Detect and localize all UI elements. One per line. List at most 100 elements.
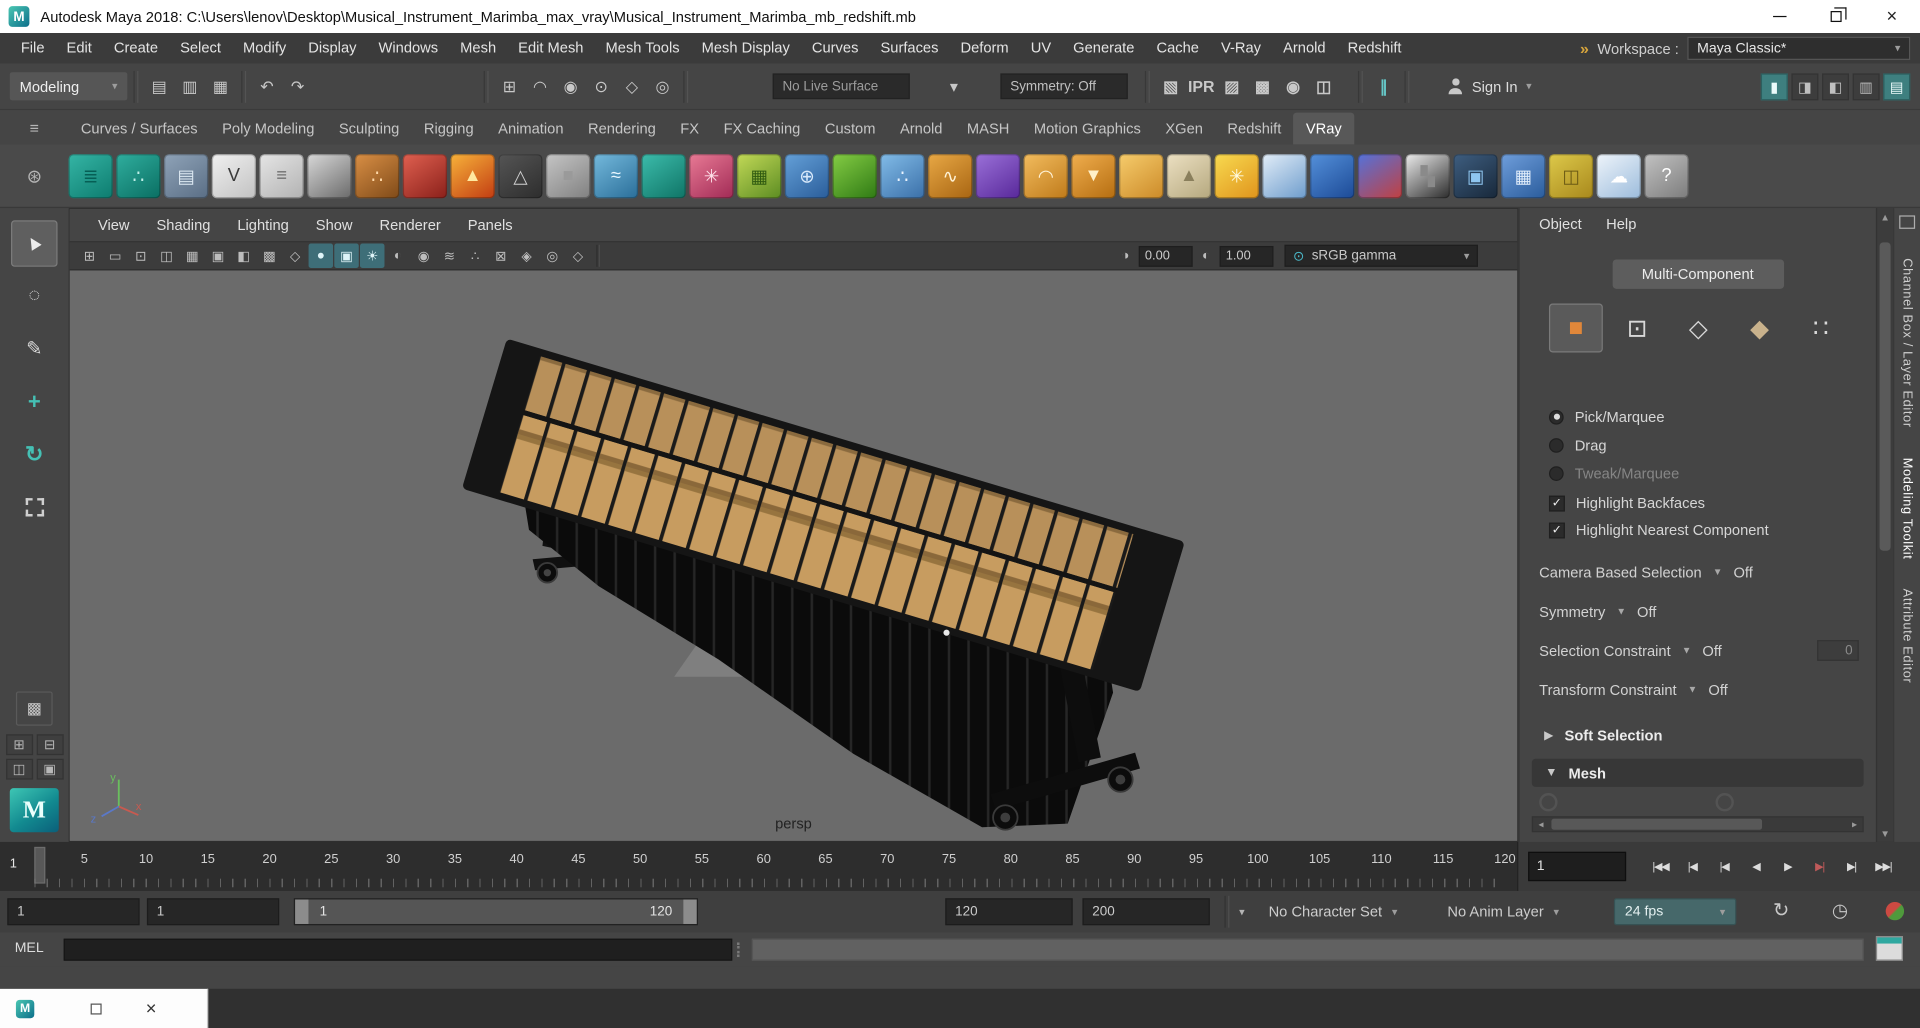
- droplet-icon[interactable]: [641, 153, 686, 198]
- exposure-field[interactable]: [1138, 245, 1193, 267]
- menu-item[interactable]: Mesh Tools: [595, 33, 691, 64]
- save-scene-icon[interactable]: ▦: [206, 72, 235, 101]
- menu-item[interactable]: Redshift: [1337, 33, 1413, 64]
- menu-item[interactable]: Modify: [232, 33, 297, 64]
- vray-proxy-icon[interactable]: ▤: [164, 153, 209, 198]
- shelf-tab[interactable]: Motion Graphics: [1022, 113, 1153, 145]
- gear-icon[interactable]: ⊛: [0, 165, 69, 187]
- panel-menu-item[interactable]: View: [84, 217, 143, 234]
- shelf-tab[interactable]: XGen: [1153, 113, 1215, 145]
- liquid-plane-icon[interactable]: ≈: [593, 153, 638, 198]
- menu-item[interactable]: Mesh Display: [691, 33, 801, 64]
- menu-item[interactable]: Edit Mesh: [507, 33, 594, 64]
- panel-menu-item[interactable]: Lighting: [224, 217, 302, 234]
- pyramid-wire-icon[interactable]: △: [498, 153, 543, 198]
- grid-toggle-icon[interactable]: ⊞: [77, 244, 101, 268]
- four-pane-layout-icon[interactable]: ⊟: [36, 734, 64, 756]
- step-back-frame-button[interactable]: |◀: [1678, 852, 1707, 881]
- dome-light-icon[interactable]: ◠: [1023, 153, 1068, 198]
- uv-mode-icon[interactable]: ∷: [1794, 304, 1848, 353]
- anim-layer-dropdown[interactable]: No Anim Layer ▾: [1447, 891, 1559, 933]
- chevron-down-icon[interactable]: ▾: [1239, 906, 1245, 919]
- wireframe-on-shaded-icon[interactable]: ◈: [514, 244, 538, 268]
- fps-dropdown[interactable]: 24 fps ▾: [1613, 898, 1737, 926]
- rotate-tool[interactable]: ↻: [11, 431, 58, 478]
- range-slider[interactable]: 1 120: [293, 898, 698, 926]
- bake-icon[interactable]: ◫: [1548, 153, 1594, 198]
- sky-icon[interactable]: [1262, 153, 1307, 198]
- sign-in-control[interactable]: Sign In ▾: [1447, 78, 1532, 95]
- render-view-icon[interactable]: ▣: [1453, 153, 1498, 198]
- exposure-icon[interactable]: ◑: [1113, 244, 1137, 268]
- render-frame-icon[interactable]: ▧: [1156, 72, 1185, 101]
- symmetry-row[interactable]: Symmetry ▼ Off: [1539, 600, 1859, 623]
- soft-selection-section[interactable]: ▶ Soft Selection: [1544, 727, 1662, 744]
- ambient-occlusion-icon[interactable]: ◉: [411, 244, 435, 268]
- lasso-tool[interactable]: ◌: [11, 273, 58, 320]
- live-surface-field[interactable]: No Live Surface: [772, 73, 910, 100]
- animation-end-field[interactable]: [1082, 898, 1210, 926]
- auto-key-icon[interactable]: [1885, 901, 1905, 921]
- playback-end-field[interactable]: [945, 898, 1073, 926]
- tool-mode-dropdown[interactable]: Modeling ▾: [9, 72, 128, 101]
- contrast-field[interactable]: [1219, 245, 1274, 267]
- outliner-toggle-icon[interactable]: ▤: [1883, 72, 1911, 100]
- cloud-icon[interactable]: ☁: [1596, 153, 1641, 198]
- menu-item[interactable]: UV: [1020, 33, 1062, 64]
- panel-menu-item[interactable]: Renderer: [366, 217, 454, 234]
- timeline-ruler[interactable]: 1 5 10 15 20 25 30 35 40 45 50 55 60 65 70 75 80 85 90 95 1…: [0, 841, 1519, 891]
- attribute-editor-toggle-icon[interactable]: ◨: [1791, 72, 1819, 100]
- shelf-tab[interactable]: Sculpting: [327, 113, 412, 145]
- shelf-tab[interactable]: Rigging: [412, 113, 486, 145]
- render-settings-icon[interactable]: ▩: [1248, 72, 1277, 101]
- sphere-light-icon[interactable]: [1119, 153, 1164, 198]
- colorspace-dropdown[interactable]: ⊙ sRGB gamma ▾: [1284, 244, 1478, 267]
- default-material-icon[interactable]: ◎: [540, 244, 564, 268]
- playback-start-field[interactable]: [146, 898, 280, 926]
- menu-item[interactable]: Create: [103, 33, 169, 64]
- sun-light-icon[interactable]: ✳: [1214, 153, 1259, 198]
- particles-icon[interactable]: ∴: [880, 153, 925, 198]
- sphere-gray-icon[interactable]: [307, 153, 352, 198]
- vertex-mode-icon[interactable]: ⊡: [1610, 304, 1664, 353]
- menu-item[interactable]: Cache: [1145, 33, 1210, 64]
- horizontal-scrollbar[interactable]: ◂ ▸: [1531, 816, 1864, 833]
- fill-mode-icon[interactable]: ▩: [257, 244, 281, 268]
- play-backwards-button[interactable]: ◀: [1741, 852, 1770, 881]
- multi-component-button[interactable]: Multi-Component: [1612, 259, 1784, 289]
- two-pane-layout-icon[interactable]: ◫: [5, 758, 33, 780]
- menu-item[interactable]: Curves: [801, 33, 870, 64]
- go-to-end-button[interactable]: ▶▶|: [1869, 852, 1898, 881]
- workspace-dropdown[interactable]: Maya Classic* ▾: [1687, 36, 1911, 60]
- single-pane-layout-icon[interactable]: ⊞: [5, 734, 33, 756]
- vray-logo-icon[interactable]: V: [211, 153, 256, 198]
- undo-icon[interactable]: ↶: [252, 72, 281, 101]
- step-forward-key-button[interactable]: ▶|: [1805, 852, 1834, 881]
- snap-to-curve-icon[interactable]: ◠: [525, 72, 554, 101]
- sidetab-channel-box-layer-editor[interactable]: Channel Box / Layer Editor: [1900, 258, 1915, 427]
- step-forward-frame-button[interactable]: ▶|: [1837, 852, 1866, 881]
- shelf-menu-icon[interactable]: ≡: [0, 118, 69, 136]
- menu-item[interactable]: V-Ray: [1210, 33, 1272, 64]
- shadows-icon[interactable]: ◐: [386, 244, 410, 268]
- close-icon[interactable]: ×: [146, 998, 157, 1019]
- chevron-down-icon[interactable]: ▾: [939, 72, 968, 101]
- shelf-tab[interactable]: Arnold: [888, 113, 955, 145]
- shelf-tab[interactable]: Redshift: [1215, 113, 1293, 145]
- mesh-section-header[interactable]: ▼ Mesh: [1531, 758, 1864, 787]
- menu-item[interactable]: Surfaces: [869, 33, 949, 64]
- script-editor-icon[interactable]: [1875, 936, 1903, 961]
- new-scene-icon[interactable]: ▤: [144, 72, 173, 101]
- wireframe-mode-icon[interactable]: ◇: [283, 244, 307, 268]
- play-forward-button[interactable]: ▶: [1773, 852, 1802, 881]
- snap-to-point-icon[interactable]: ◉: [556, 72, 585, 101]
- shaded-mode-icon[interactable]: ●: [308, 243, 334, 269]
- scroll-up-icon[interactable]: ▲: [1877, 208, 1893, 225]
- shelf-tab[interactable]: Poly Modeling: [210, 113, 327, 145]
- spot-light-icon[interactable]: ▼: [1071, 153, 1116, 198]
- go-to-start-button[interactable]: |◀◀: [1646, 852, 1675, 881]
- snap-to-view-plane-icon[interactable]: ◇: [617, 72, 646, 101]
- radio-drag[interactable]: Drag: [1548, 434, 1679, 455]
- character-set-dropdown[interactable]: No Character Set ▾: [1269, 891, 1398, 933]
- light-editor-icon[interactable]: ◫: [1309, 72, 1338, 101]
